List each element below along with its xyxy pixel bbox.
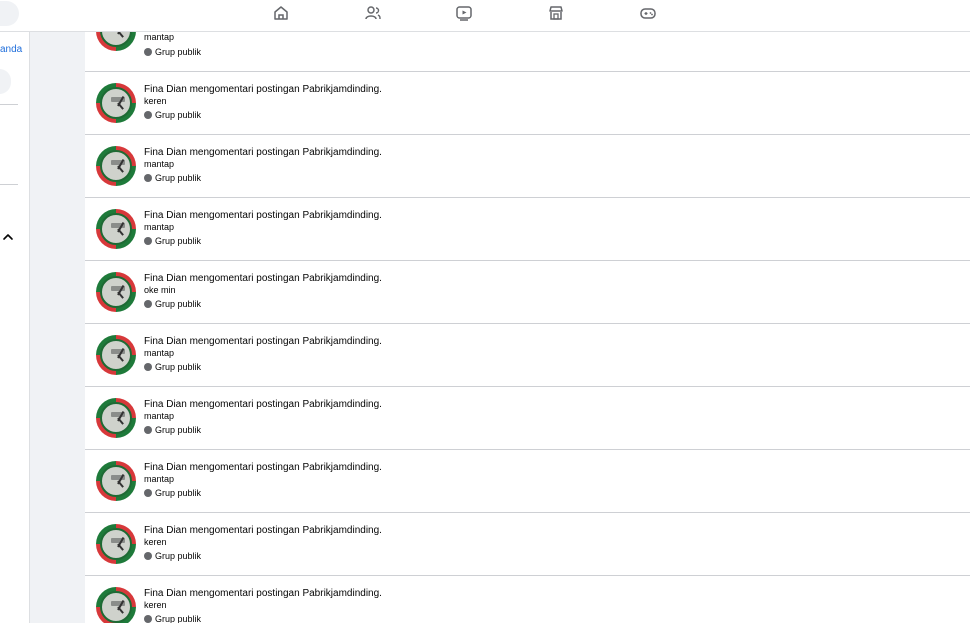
comment-text: oke min: [144, 285, 176, 295]
actor-name[interactable]: Fina Dian: [144, 210, 187, 221]
left-sidebar: anda: [0, 32, 30, 623]
avatar[interactable]: [96, 335, 136, 375]
comment-text: keren: [144, 537, 167, 547]
comment-text: keren: [144, 600, 167, 610]
actor-name[interactable]: Fina Dian: [144, 588, 187, 599]
item-meta: Grup publik: [144, 425, 201, 436]
marketplace-icon[interactable]: [547, 4, 565, 22]
globe-icon: [144, 300, 152, 308]
target-name[interactable]: Pabrikjamdinding.: [302, 84, 382, 95]
globe-icon: [144, 552, 152, 560]
actor-name[interactable]: Fina Dian: [144, 147, 187, 158]
list-item[interactable]: Fina Dian mengomentari postingan Pabrikj…: [85, 387, 970, 450]
list-item[interactable]: Fina Dian mengomentari postingan Pabrikj…: [85, 576, 970, 623]
comment-text: mantap: [144, 222, 175, 232]
comment-text: mantap: [144, 411, 175, 421]
globe-icon: [144, 363, 152, 371]
activity-headline: Fina Dian mengomentari postingan Pabrikj…: [144, 273, 382, 284]
activity-headline: Fina Dian mengomentari postingan Pabrikj…: [144, 462, 382, 473]
gaming-icon[interactable]: [639, 4, 657, 22]
list-item[interactable]: Fina Dian mengomentari postingan Pabrikj…: [85, 72, 970, 135]
globe-icon: [144, 615, 152, 623]
avatar[interactable]: [96, 461, 136, 501]
watch-icon[interactable]: [455, 4, 473, 22]
item-meta: Grup publik: [144, 551, 201, 562]
item-meta: Grup publik: [144, 488, 201, 499]
comment-text: mantap: [144, 348, 175, 358]
list-item[interactable]: Fina Dian mengomentari postingan Pabrikj…: [85, 135, 970, 198]
item-meta: Grup publik: [144, 362, 201, 373]
item-meta: Grup publik: [144, 614, 201, 623]
search-pill[interactable]: [0, 1, 19, 26]
sidebar-button[interactable]: [0, 69, 11, 94]
comment-text: keren: [144, 96, 167, 106]
comment-text: mantap: [144, 474, 175, 484]
item-meta: Grup publik: [144, 47, 201, 58]
avatar[interactable]: [96, 398, 136, 438]
comment-text: mantap: [144, 32, 175, 42]
list-item[interactable]: Fina Dian mengomentari postingan Pabrikj…: [85, 198, 970, 261]
target-name[interactable]: Pabrikjamdinding.: [302, 588, 382, 599]
globe-icon: [144, 111, 152, 119]
target-name[interactable]: Pabrikjamdinding.: [302, 462, 382, 473]
globe-icon: [144, 237, 152, 245]
actor-name[interactable]: Fina Dian: [144, 84, 187, 95]
actor-name[interactable]: Fina Dian: [144, 273, 187, 284]
actor-name[interactable]: Fina Dian: [144, 525, 187, 536]
target-name[interactable]: Pabrikjamdinding.: [302, 525, 382, 536]
comment-text: mantap: [144, 159, 175, 169]
list-item[interactable]: Fina Dian mengomentari postingan Pabrikj…: [85, 513, 970, 576]
activity-headline: Fina Dian mengomentari postingan Pabrikj…: [144, 210, 382, 221]
divider: [0, 104, 18, 105]
item-meta: Grup publik: [144, 299, 201, 310]
target-name[interactable]: Pabrikjamdinding.: [302, 273, 382, 284]
globe-icon: [144, 48, 152, 56]
avatar[interactable]: [96, 524, 136, 564]
list-item[interactable]: Fina Dian mengomentari postingan Pabrikj…: [85, 261, 970, 324]
globe-icon: [144, 174, 152, 182]
activity-headline: Fina Dian mengomentari postingan Pabrikj…: [144, 588, 382, 599]
avatar[interactable]: [96, 209, 136, 249]
activity-headline: Fina Dian mengomentari postingan Pabrikj…: [144, 336, 382, 347]
activity-headline: Fina Dian mengomentari postingan Pabrikj…: [144, 84, 382, 95]
avatar[interactable]: [96, 83, 136, 123]
target-name[interactable]: Pabrikjamdinding.: [302, 336, 382, 347]
avatar[interactable]: [96, 272, 136, 312]
activity-headline: Fina Dian mengomentari postingan Pabrikj…: [144, 399, 382, 410]
item-meta: Grup publik: [144, 173, 201, 184]
actor-name[interactable]: Fina Dian: [144, 462, 187, 473]
avatar[interactable]: [96, 146, 136, 186]
list-item[interactable]: Fina Dian mengomentari postingan Pabrikj…: [85, 450, 970, 513]
activity-feed: mantap Grup publik Fina Dian mengomentar…: [85, 0, 970, 623]
target-name[interactable]: Pabrikjamdinding.: [302, 147, 382, 158]
target-name[interactable]: Pabrikjamdinding.: [302, 399, 382, 410]
divider: [0, 184, 18, 185]
item-meta: Grup publik: [144, 236, 201, 247]
activity-headline: Fina Dian mengomentari postingan Pabrikj…: [144, 525, 382, 536]
top-navigation-bar: [0, 0, 970, 32]
page-gutter: [30, 32, 85, 623]
friends-icon[interactable]: [364, 4, 382, 22]
sidebar-link[interactable]: anda: [0, 44, 22, 55]
list-item[interactable]: Fina Dian mengomentari postingan Pabrikj…: [85, 324, 970, 387]
globe-icon: [144, 426, 152, 434]
actor-name[interactable]: Fina Dian: [144, 399, 187, 410]
chevron-up-icon[interactable]: [2, 230, 14, 242]
globe-icon: [144, 489, 152, 497]
avatar[interactable]: [96, 587, 136, 623]
home-icon[interactable]: [272, 4, 290, 22]
item-meta: Grup publik: [144, 110, 201, 121]
activity-headline: Fina Dian mengomentari postingan Pabrikj…: [144, 147, 382, 158]
actor-name[interactable]: Fina Dian: [144, 336, 187, 347]
target-name[interactable]: Pabrikjamdinding.: [302, 210, 382, 221]
